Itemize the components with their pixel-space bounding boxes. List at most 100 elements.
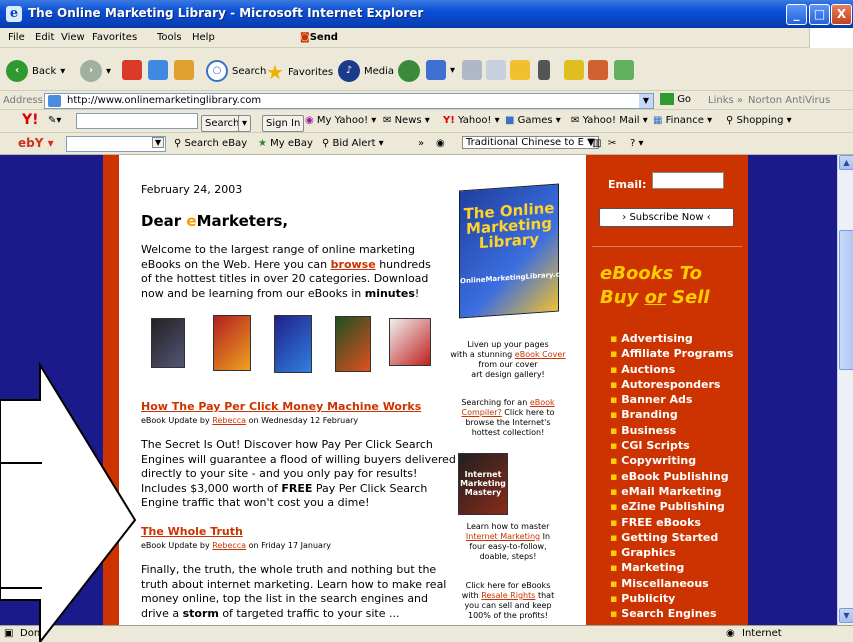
category-link[interactable]: eMail Marketing bbox=[610, 484, 733, 499]
msn-button[interactable] bbox=[614, 60, 634, 80]
stop-button[interactable] bbox=[122, 60, 142, 80]
yahoo-link[interactable]: Y! Yahoo! ▾ bbox=[443, 115, 500, 126]
ebay-search-dropdown[interactable]: ▼ bbox=[152, 137, 165, 148]
maximize-button[interactable]: □ bbox=[809, 4, 830, 25]
mastery-book-image[interactable]: Internet Marketing Mastery bbox=[458, 453, 508, 515]
book-cover-4[interactable] bbox=[335, 316, 371, 372]
dictionary-icon[interactable]: ▥ bbox=[592, 138, 601, 149]
category-link[interactable]: Branding bbox=[610, 407, 733, 422]
chevron-down-icon[interactable]: ▼ bbox=[639, 94, 653, 108]
category-link[interactable]: Marketing bbox=[610, 560, 733, 575]
translate-icon[interactable]: ◉ bbox=[436, 138, 445, 149]
category-link[interactable]: Banner Ads bbox=[610, 392, 733, 407]
ebook-cover-link[interactable]: eBook Cover bbox=[515, 350, 566, 359]
book-cover-1[interactable] bbox=[151, 318, 185, 368]
menu-help[interactable]: Help bbox=[192, 32, 215, 43]
yahoo-search-dropdown[interactable]: ▾ bbox=[238, 115, 252, 132]
yahoo-logo-icon[interactable]: Y! bbox=[22, 112, 39, 128]
search-button[interactable]: ○ Search bbox=[206, 60, 266, 82]
shopping-link[interactable]: ⚲ Shopping ▾ bbox=[726, 115, 792, 126]
book-cover-3[interactable] bbox=[274, 315, 312, 373]
pencil-icon[interactable]: ✎▾ bbox=[48, 115, 61, 126]
category-link[interactable]: Affiliate Programs bbox=[610, 346, 733, 361]
internet-marketing-link[interactable]: Internet Marketing bbox=[466, 532, 540, 541]
scroll-down-button[interactable]: ▼ bbox=[839, 608, 853, 623]
title-bar[interactable]: e The Online Marketing Library - Microso… bbox=[0, 0, 853, 28]
forward-button[interactable]: › ▾ bbox=[80, 60, 111, 82]
my-yahoo-link[interactable]: ◉ My Yahoo! ▾ bbox=[305, 115, 376, 126]
category-link[interactable]: Business bbox=[610, 423, 733, 438]
article1-author-link[interactable]: Rebecca bbox=[212, 416, 246, 425]
refresh-button[interactable] bbox=[148, 60, 168, 80]
edit-button[interactable] bbox=[486, 60, 506, 80]
browse-link[interactable]: browse bbox=[331, 258, 376, 271]
yahoo-mail-link[interactable]: ✉ Yahoo! Mail ▾ bbox=[571, 115, 648, 126]
book-cover-2[interactable] bbox=[213, 315, 251, 371]
category-link[interactable]: Search Engines bbox=[610, 606, 733, 621]
category-link[interactable]: FREE eBooks bbox=[610, 515, 733, 530]
translate-select[interactable]: Traditional Chinese to E ▼ bbox=[462, 136, 599, 149]
help-icon[interactable]: ? ▾ bbox=[630, 138, 644, 149]
category-link[interactable]: Publicity bbox=[610, 591, 733, 606]
my-ebay-button[interactable]: ★ My eBay bbox=[258, 138, 313, 149]
back-button[interactable]: ‹ Back ▾ bbox=[6, 60, 65, 82]
article2-author-link[interactable]: Rebecca bbox=[212, 541, 246, 550]
scroll-up-button[interactable]: ▲ bbox=[839, 155, 853, 170]
category-link[interactable]: Getting Started bbox=[610, 530, 733, 545]
search-ebay-button[interactable]: ⚲ Search eBay bbox=[174, 138, 247, 149]
library-cover-image[interactable]: The Online Marketing Library OnlineMarket… bbox=[459, 183, 572, 319]
category-link[interactable]: eBook Publishing bbox=[610, 469, 733, 484]
mail-button[interactable]: ▾ bbox=[426, 60, 455, 80]
vertical-scrollbar[interactable]: ▲ ▼ bbox=[837, 155, 853, 625]
subscribe-button[interactable]: › Subscribe Now ‹ bbox=[599, 208, 734, 227]
links-button[interactable]: Links » bbox=[708, 95, 743, 106]
article1-title-link[interactable]: How The Pay Per Click Money Machine Work… bbox=[141, 400, 421, 413]
menu-file[interactable]: File bbox=[8, 32, 25, 43]
yahoo-messenger-button[interactable] bbox=[564, 60, 584, 80]
norton-button[interactable]: Norton AntiVirus bbox=[748, 95, 830, 106]
menu-favorites[interactable]: Favorites bbox=[92, 32, 137, 43]
home-button[interactable] bbox=[174, 60, 194, 80]
menu-tools[interactable]: Tools bbox=[157, 32, 182, 43]
favorites-button[interactable]: ★ Favorites bbox=[266, 60, 333, 84]
chevron-more-icon[interactable]: » bbox=[418, 138, 424, 149]
address-input[interactable]: http://www.onlinemarketinglibrary.com ▼ bbox=[44, 93, 654, 109]
sign-in-button[interactable]: Sign In bbox=[262, 115, 305, 132]
ebay-logo-icon[interactable]: ebY ▾ bbox=[18, 136, 54, 150]
category-link[interactable]: Graphics bbox=[610, 545, 733, 560]
games-link[interactable]: ■ Games ▾ bbox=[505, 115, 561, 126]
category-link[interactable]: Autoresponders bbox=[610, 377, 733, 392]
history-button[interactable] bbox=[398, 60, 420, 82]
article2-title-link[interactable]: The Whole Truth bbox=[141, 525, 243, 538]
media-button[interactable]: ♪ Media bbox=[338, 60, 394, 82]
messenger-icon bbox=[564, 60, 584, 80]
research-button[interactable] bbox=[538, 60, 550, 80]
ebay-search-input[interactable] bbox=[66, 136, 166, 152]
yahoo-search-button[interactable]: Search bbox=[201, 115, 244, 132]
resale-rights-link[interactable]: Resale Rights bbox=[481, 591, 535, 600]
menu-send[interactable]: ◙Send bbox=[300, 32, 338, 43]
news-link[interactable]: ✉ News ▾ bbox=[383, 115, 430, 126]
ebay-button[interactable] bbox=[588, 60, 608, 80]
menu-view[interactable]: View bbox=[61, 32, 85, 43]
book-cover-5[interactable] bbox=[389, 318, 431, 366]
folder-button[interactable] bbox=[510, 60, 530, 80]
category-link[interactable]: Miscellaneous bbox=[610, 576, 733, 591]
minimize-button[interactable]: _ bbox=[786, 4, 807, 25]
print-button[interactable] bbox=[462, 60, 482, 80]
finance-link[interactable]: ▦ Finance ▾ bbox=[653, 115, 712, 126]
tools-icon[interactable]: ✂ bbox=[608, 138, 616, 149]
category-link[interactable]: Auctions bbox=[610, 362, 733, 377]
close-button[interactable]: X bbox=[831, 4, 852, 25]
menu-edit[interactable]: Edit bbox=[35, 32, 54, 43]
scroll-thumb[interactable] bbox=[839, 230, 853, 370]
category-link[interactable]: CGI Scripts bbox=[610, 438, 733, 453]
category-link[interactable]: Copywriting bbox=[610, 453, 733, 468]
category-link[interactable]: eZine Publishing bbox=[610, 499, 733, 514]
bid-alert-button[interactable]: ⚲ Bid Alert ▾ bbox=[322, 138, 384, 149]
ebooks-sell: Sell bbox=[672, 287, 710, 308]
yahoo-search-input[interactable] bbox=[76, 113, 198, 129]
category-link[interactable]: Advertising bbox=[610, 331, 733, 346]
email-input[interactable] bbox=[652, 172, 724, 189]
go-button[interactable]: Go bbox=[660, 93, 691, 105]
